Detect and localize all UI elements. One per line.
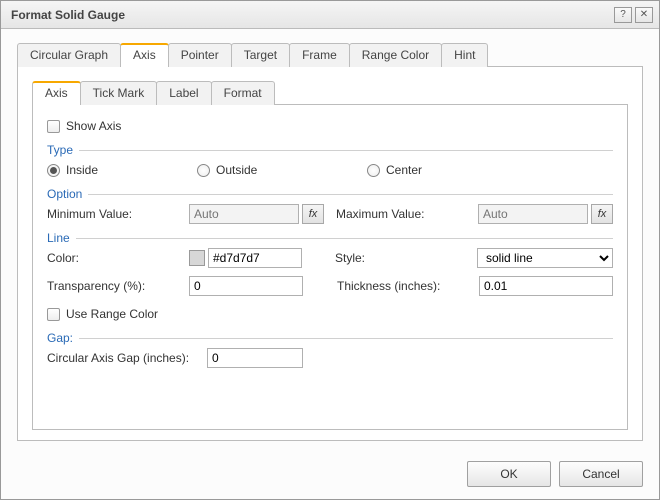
gap-group-title: Gap: — [47, 331, 613, 345]
show-axis-checkbox[interactable] — [47, 120, 60, 133]
dialog-format-solid-gauge: Format Solid Gauge ? ✕ Circular Graph Ax… — [0, 0, 660, 500]
color-input[interactable] — [208, 248, 302, 268]
help-button[interactable]: ? — [614, 7, 632, 23]
max-value-label: Maximum Value: — [336, 207, 478, 221]
radio-outside[interactable] — [197, 164, 210, 177]
type-options-row: Inside Outside Center — [47, 159, 613, 181]
inner-tab-format[interactable]: Format — [211, 81, 275, 105]
ok-button[interactable]: OK — [467, 461, 551, 487]
min-fx-button[interactable]: fx — [302, 204, 324, 224]
inner-tab-label[interactable]: Label — [156, 81, 211, 105]
inner-tab-axis[interactable]: Axis — [32, 81, 81, 105]
tab-frame[interactable]: Frame — [289, 43, 350, 67]
radio-outside-label: Outside — [216, 163, 257, 177]
min-value-input[interactable] — [189, 204, 299, 224]
color-label: Color: — [47, 251, 189, 265]
use-range-color-label: Use Range Color — [66, 307, 158, 321]
color-swatch[interactable] — [189, 250, 205, 266]
line-row2: Transparency (%): Thickness (inches): — [47, 275, 613, 297]
dialog-body: Circular Graph Axis Pointer Target Frame… — [1, 29, 659, 451]
gap-label: Circular Axis Gap (inches): — [47, 351, 207, 365]
radio-inside[interactable] — [47, 164, 60, 177]
type-group-title: Type — [47, 143, 613, 157]
thickness-label: Thickness (inches): — [337, 279, 479, 293]
radio-center-label: Center — [386, 163, 422, 177]
style-label: Style: — [335, 251, 477, 265]
titlebar: Format Solid Gauge ? ✕ — [1, 1, 659, 29]
tab-range-color[interactable]: Range Color — [349, 43, 442, 67]
tab-target[interactable]: Target — [231, 43, 290, 67]
tab-hint[interactable]: Hint — [441, 43, 488, 67]
option-group-title: Option — [47, 187, 613, 201]
radio-inside-label: Inside — [66, 163, 98, 177]
cancel-button[interactable]: Cancel — [559, 461, 643, 487]
inner-tab-tick-mark[interactable]: Tick Mark — [80, 81, 158, 105]
tab-circular-graph[interactable]: Circular Graph — [17, 43, 121, 67]
min-value-label: Minimum Value: — [47, 207, 189, 221]
gap-row: Circular Axis Gap (inches): — [47, 347, 613, 369]
outer-tabstrip: Circular Graph Axis Pointer Target Frame… — [17, 43, 643, 67]
dialog-footer: OK Cancel — [1, 451, 659, 499]
show-axis-row: Show Axis — [47, 115, 613, 137]
inner-tabstrip: Axis Tick Mark Label Format — [32, 81, 628, 105]
line-row1: Color: Style: solid line — [47, 247, 613, 269]
max-value-input[interactable] — [478, 204, 588, 224]
inner-tabpanel: Show Axis Type Inside Outside — [32, 105, 628, 430]
max-fx-button[interactable]: fx — [591, 204, 613, 224]
use-range-color-row: Use Range Color — [47, 303, 613, 325]
option-row: Minimum Value: fx Maximum Value: fx — [47, 203, 613, 225]
tab-axis[interactable]: Axis — [120, 43, 169, 67]
radio-center[interactable] — [367, 164, 380, 177]
gap-input[interactable] — [207, 348, 303, 368]
close-button[interactable]: ✕ — [635, 7, 653, 23]
outer-tabpanel: Axis Tick Mark Label Format Show Axis Ty… — [17, 67, 643, 441]
transparency-input[interactable] — [189, 276, 303, 296]
show-axis-label: Show Axis — [66, 119, 121, 133]
line-group-title: Line — [47, 231, 613, 245]
transparency-label: Transparency (%): — [47, 279, 189, 293]
tab-pointer[interactable]: Pointer — [168, 43, 232, 67]
use-range-color-checkbox[interactable] — [47, 308, 60, 321]
style-select[interactable]: solid line — [477, 248, 613, 268]
thickness-input[interactable] — [479, 276, 613, 296]
dialog-title: Format Solid Gauge — [11, 8, 611, 22]
